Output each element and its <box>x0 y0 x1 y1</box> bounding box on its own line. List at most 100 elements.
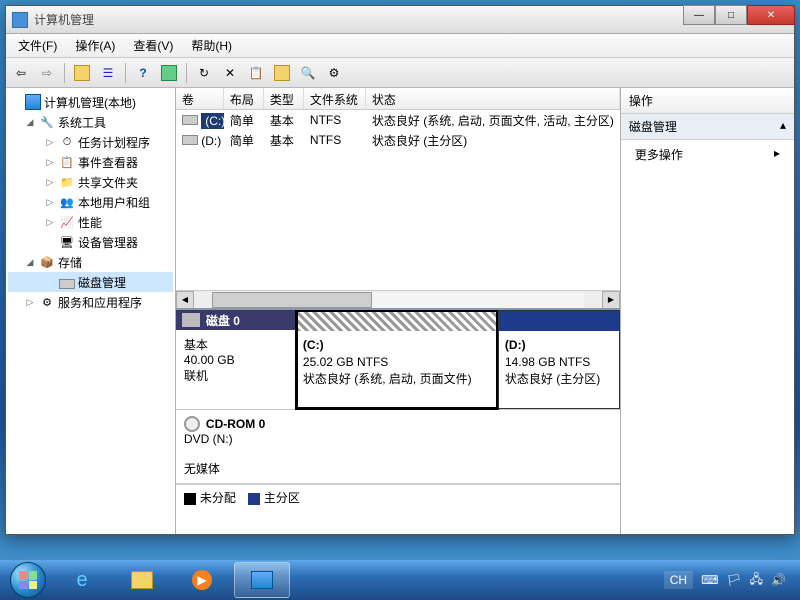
tree-local-users[interactable]: ▷👥本地用户和组 <box>8 192 173 212</box>
menu-help[interactable]: 帮助(H) <box>183 35 240 56</box>
tree-system-tools[interactable]: ◢🔧系统工具 <box>8 112 173 132</box>
chevron-right-icon: ▸ <box>774 146 780 163</box>
tray-network-icon[interactable]: 🖧 <box>750 570 763 591</box>
partition-status: 状态良好 (系统, 启动, 页面文件) <box>303 371 491 388</box>
scroll-thumb[interactable] <box>212 292 372 308</box>
scroll-right-button[interactable]: ▶ <box>602 291 620 309</box>
start-button[interactable] <box>6 560 50 600</box>
drive-icon <box>182 115 198 125</box>
disk-size: 40.00 GB <box>184 353 287 367</box>
actions-more[interactable]: 更多操作▸ <box>621 140 794 169</box>
menu-view[interactable]: 查看(V) <box>125 35 181 56</box>
taskbar-computer-management[interactable] <box>234 562 290 598</box>
disk-0-label[interactable]: 磁盘 0 基本 40.00 GB 联机 <box>176 310 296 409</box>
window-close-button[interactable] <box>747 5 795 25</box>
tree-label: 事件查看器 <box>78 154 138 171</box>
rescan-button[interactable]: 🔍 <box>297 62 319 84</box>
app-icon <box>12 12 28 28</box>
tree-disk-management[interactable]: 磁盘管理 <box>8 272 173 292</box>
tree-label: 本地用户和组 <box>78 194 150 211</box>
volume-status: 状态良好 (主分区) <box>366 130 620 151</box>
language-indicator[interactable]: CH <box>664 571 693 589</box>
cdrom-type: DVD (N:) <box>184 432 288 446</box>
tree-label: 磁盘管理 <box>78 274 126 291</box>
tree-label: 任务计划程序 <box>78 134 150 151</box>
col-type[interactable]: 类型 <box>264 88 304 109</box>
tree-services[interactable]: ▷⚙服务和应用程序 <box>8 292 173 312</box>
disk-state: 联机 <box>184 367 287 384</box>
col-status[interactable]: 状态 <box>366 88 620 109</box>
tree-label: 系统工具 <box>58 114 106 131</box>
volume-row-d[interactable]: (D:) 简单 基本 NTFS 状态良好 (主分区) <box>176 130 620 150</box>
actions-section[interactable]: 磁盘管理▴ <box>621 114 794 140</box>
tree-label: 存储 <box>58 254 82 271</box>
settings-button[interactable]: 📋 <box>245 62 267 84</box>
menubar: 文件(F) 操作(A) 查看(V) 帮助(H) <box>6 34 794 58</box>
partition-size: 25.02 GB NTFS <box>303 355 388 369</box>
partition-status: 状态良好 (主分区) <box>505 372 600 386</box>
forward-button[interactable]: ⇨ <box>36 62 58 84</box>
show-hide-tree-button[interactable] <box>71 62 93 84</box>
taskbar-media-player[interactable]: ▶ <box>174 562 230 598</box>
partition-d[interactable]: (D:) 14.98 GB NTFS 状态良好 (主分区) <box>498 310 620 409</box>
disk-type: 基本 <box>184 336 287 353</box>
open-button[interactable] <box>271 62 293 84</box>
volume-status: 状态良好 (系统, 启动, 页面文件, 活动, 主分区) <box>366 110 620 131</box>
window-minimize-button[interactable] <box>683 5 715 25</box>
system-tray: CH ⌨ 🏳 🖧 🔊 <box>664 570 794 591</box>
volume-type: 基本 <box>264 110 304 131</box>
legend-primary: 主分区 <box>264 491 300 505</box>
volume-row-c[interactable]: (C:) 简单 基本 NTFS 状态良好 (系统, 启动, 页面文件, 活动, … <box>176 110 620 130</box>
tree-storage[interactable]: ◢📦存储 <box>8 252 173 272</box>
tray-sound-icon[interactable]: 🔊 <box>771 573 786 587</box>
back-button[interactable]: ⇦ <box>10 62 32 84</box>
disk-legend: 未分配 主分区 <box>176 484 620 510</box>
volume-layout: 简单 <box>224 130 264 151</box>
scroll-left-button[interactable]: ◀ <box>176 291 194 309</box>
extra-button[interactable]: ⚙ <box>323 62 345 84</box>
toolbar: ⇦ ⇨ ☰ ? ↻ ✕ 📋 🔍 ⚙ <box>6 58 794 88</box>
tree-task-scheduler[interactable]: ▷⏱任务计划程序 <box>8 132 173 152</box>
tree-device-manager[interactable]: 🖥设备管理器 <box>8 232 173 252</box>
delete-button[interactable]: ✕ <box>219 62 241 84</box>
col-layout[interactable]: 布局 <box>224 88 264 109</box>
cdrom-label[interactable]: CD-ROM 0 DVD (N:) 无媒体 <box>176 410 296 483</box>
taskbar[interactable]: e ▶ CH ⌨ 🏳 🖧 🔊 <box>0 560 800 600</box>
help-button[interactable]: ? <box>132 62 154 84</box>
taskbar-ie[interactable]: e <box>54 562 110 598</box>
volume-fs: NTFS <box>304 131 366 149</box>
col-filesystem[interactable]: 文件系统 <box>304 88 366 109</box>
tree-performance[interactable]: ▷📈性能 <box>8 212 173 232</box>
disk-title: 磁盘 0 <box>206 312 240 329</box>
tree-root-label: 计算机管理(本地) <box>44 94 136 111</box>
view-button[interactable] <box>158 62 180 84</box>
tray-keyboard-icon[interactable]: ⌨ <box>701 573 718 587</box>
partition-name: (D:) <box>505 338 526 352</box>
actions-header: 操作 <box>621 88 794 114</box>
volume-type: 基本 <box>264 130 304 151</box>
volume-layout: 简单 <box>224 110 264 131</box>
taskbar-explorer[interactable] <box>114 562 170 598</box>
partition-name: (C:) <box>303 338 324 352</box>
collapse-icon: ▴ <box>780 118 786 135</box>
menu-action[interactable]: 操作(A) <box>67 35 123 56</box>
volume-name: (D:) <box>201 134 221 148</box>
menu-file[interactable]: 文件(F) <box>10 35 65 56</box>
partition-c[interactable]: (C:) 25.02 GB NTFS 状态良好 (系统, 启动, 页面文件) <box>296 310 498 409</box>
tree-event-viewer[interactable]: ▷📋事件查看器 <box>8 152 173 172</box>
refresh-button[interactable]: ↻ <box>193 62 215 84</box>
tree-shared-folders[interactable]: ▷📁共享文件夹 <box>8 172 173 192</box>
cdrom-row: CD-ROM 0 DVD (N:) 无媒体 <box>176 410 620 484</box>
tray-flag-icon[interactable]: 🏳 <box>726 573 741 587</box>
col-volume[interactable]: 卷 <box>176 88 224 109</box>
properties-button[interactable]: ☰ <box>97 62 119 84</box>
navigation-tree[interactable]: 计算机管理(本地) ◢🔧系统工具 ▷⏱任务计划程序 ▷📋事件查看器 ▷📁共享文件… <box>6 88 176 534</box>
volume-name: (C:) <box>201 113 224 129</box>
tree-label: 设备管理器 <box>78 234 138 251</box>
cdrom-icon <box>184 416 200 432</box>
titlebar[interactable]: 计算机管理 <box>6 6 794 34</box>
window-maximize-button[interactable] <box>715 5 747 25</box>
tree-root[interactable]: 计算机管理(本地) <box>8 92 173 112</box>
horizontal-scrollbar[interactable]: ◀ ▶ <box>176 290 620 308</box>
legend-primary-color <box>248 493 260 505</box>
